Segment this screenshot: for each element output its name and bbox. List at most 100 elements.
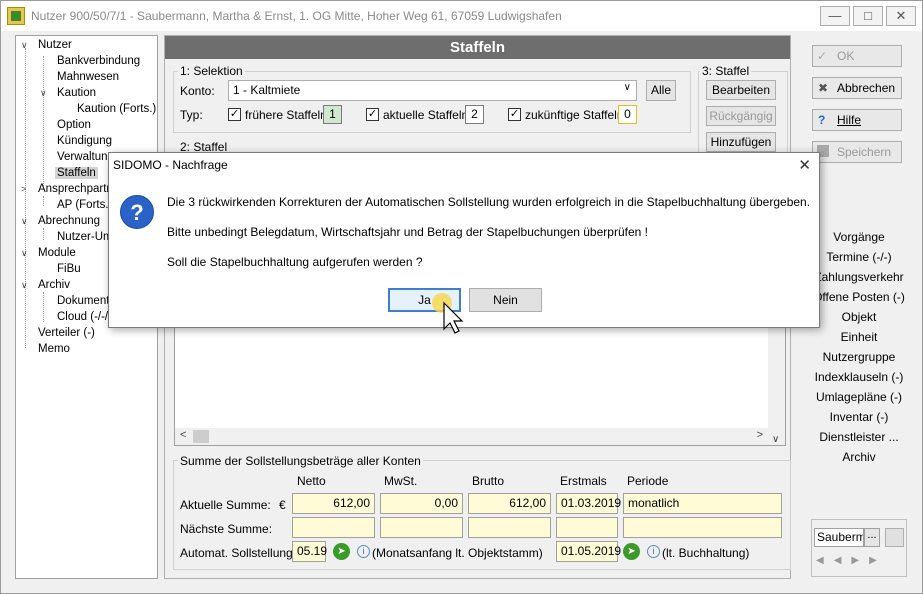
scroll-thumb[interactable] — [193, 430, 209, 443]
aktuelle-mwst: 0,00 — [380, 493, 463, 514]
tree-item-memo[interactable]: Memo — [38, 343, 70, 355]
aktuelle-count: 2 — [465, 105, 484, 124]
nav-first-icon[interactable]: ◀ — [816, 555, 834, 566]
aktuelle-periode: monatlich — [623, 493, 782, 514]
speichern-button[interactable]: Speichern — [812, 141, 902, 163]
automat-value[interactable]: 05.19 — [292, 541, 327, 562]
dialog-close-icon[interactable]: ✕ — [798, 156, 811, 174]
abbrechen-button[interactable]: ✖ Abbrechen — [812, 77, 902, 99]
tree-item-dokumente[interactable]: Dokumente — [57, 295, 116, 307]
record-nav: ◀◀▶▶ — [816, 555, 904, 572]
tree-item-staffeln[interactable]: Staffeln — [55, 167, 98, 179]
fruehere-label: frühere Staffeln: — [245, 108, 331, 122]
alle-button[interactable]: Alle — [646, 80, 676, 101]
question-icon: ? — [120, 195, 154, 229]
fruehere-checkbox[interactable]: ✓ — [228, 108, 241, 121]
tree-item-kaution-forts[interactable]: Kaution (Forts.) — [77, 103, 156, 115]
info-icon-2: i — [647, 545, 660, 558]
scroll-down-icon[interactable]: ∨ — [772, 434, 779, 445]
link-inventar[interactable]: Inventar (-) — [811, 410, 907, 424]
tree-item-archiv[interactable]: Archiv — [38, 279, 70, 291]
nav-prev-icon[interactable]: ◀ — [834, 555, 852, 566]
aktuelle-erstmals: 01.03.2019 — [556, 493, 621, 514]
aktuelle-summe-label: Aktuelle Summe: — [180, 498, 271, 512]
horizontal-scrollbar[interactable]: < > — [175, 428, 768, 445]
rueckgaengig-button[interactable]: Rückgängig — [706, 106, 776, 126]
ok-button[interactable]: ✓ OK — [812, 45, 902, 67]
link-dienstleister[interactable]: Dienstleister ... — [811, 430, 907, 444]
fruehere-count: 1 — [323, 105, 342, 124]
naechste-mwst — [380, 517, 463, 538]
search-group: Sauberm ... ◀◀▶▶ — [811, 519, 907, 577]
summary-label: Summe der Sollstellungsbeträge aller Kon… — [178, 454, 423, 468]
link-termine[interactable]: Termine (-/-) — [811, 250, 907, 264]
maximize-button[interactable]: □ — [853, 6, 883, 26]
konto-select[interactable]: 1 - Kaltmiete ∨ — [228, 80, 637, 101]
aktuelle-brutto: 612,00 — [468, 493, 551, 514]
tree-item-verteiler[interactable]: Verteiler (-) — [38, 327, 95, 339]
dialog-title: SIDOMO - Nachfrage — [113, 158, 228, 172]
tree-item-nutzer-um[interactable]: Nutzer-Um — [57, 231, 113, 243]
aktuelle-label: aktuelle Staffeln: — [383, 108, 472, 122]
tree-item-bankverbindung[interactable]: Bankverbindung — [57, 55, 140, 67]
link-einheit[interactable]: Einheit — [811, 330, 907, 344]
hilfe-button[interactable]: ? Hilfe — [812, 109, 902, 131]
typ-label: Typ: — [180, 108, 203, 122]
hilfe-label: Hilfe — [837, 113, 862, 127]
scroll-right-icon[interactable]: > — [757, 429, 763, 441]
check-icon: ✓ — [817, 49, 828, 63]
go-arrow-icon-2[interactable]: ➤ — [623, 543, 640, 560]
col-brutto: Brutto — [472, 474, 505, 488]
tree-item-verwaltung[interactable]: Verwaltung — [57, 151, 114, 163]
link-zahlungsverkehr[interactable]: Zahlungsverkehr — [811, 270, 907, 284]
tree-item-option[interactable]: Option — [57, 119, 91, 131]
automat-date[interactable]: 01.05.2019 — [556, 541, 621, 562]
automat-label: Automat. Sollstellung: — [180, 546, 297, 560]
nav-last-icon[interactable]: ▶ — [869, 555, 887, 566]
naechste-summe-label: Nächste Summe: — [180, 522, 273, 536]
konto-value: 1 - Kaltmiete — [233, 83, 301, 97]
naechste-periode — [623, 517, 782, 538]
scroll-left-icon[interactable]: < — [180, 429, 186, 441]
zukuenftige-checkbox[interactable]: ✓ — [508, 108, 521, 121]
link-objekt[interactable]: Objekt — [811, 310, 907, 324]
minimize-button[interactable]: — — [820, 6, 850, 26]
col-erstmals: Erstmals — [560, 474, 607, 488]
col-periode: Periode — [627, 474, 669, 488]
help-icon: ? — [818, 113, 826, 127]
speichern-label: Speichern — [837, 145, 892, 159]
link-offene-posten[interactable]: Offene Posten (-) — [811, 290, 907, 304]
app-icon — [7, 7, 25, 25]
tree-item-mahnwesen[interactable]: Mahnwesen — [57, 71, 119, 83]
tree-item-fibu[interactable]: FiBu — [57, 263, 81, 275]
automat-note: (Monatsanfang lt. Objektstamm) — [372, 546, 543, 560]
no-button[interactable]: Nein — [469, 288, 542, 312]
link-nutzergruppe[interactable]: Nutzergruppe — [811, 350, 907, 364]
tree-item-module[interactable]: Module — [38, 247, 76, 259]
search-input[interactable]: Sauberm — [814, 528, 864, 547]
tree-item-cloud[interactable]: Cloud (-/-/- — [57, 311, 112, 323]
go-arrow-icon[interactable]: ➤ — [333, 543, 350, 560]
nav-next-icon[interactable]: ▶ — [851, 555, 869, 566]
tree-item-nutzer[interactable]: Nutzer — [38, 39, 72, 51]
close-button[interactable]: ✕ — [886, 6, 916, 26]
tree-item-kuendigung[interactable]: Kündigung — [57, 135, 112, 147]
aktuelle-checkbox[interactable]: ✓ — [366, 108, 379, 121]
selektion-label: 1: Selektion — [178, 64, 245, 78]
link-vorgaenge[interactable]: Vorgänge — [811, 230, 907, 244]
tree-item-kaution[interactable]: Kaution — [57, 87, 96, 99]
tree-item-ap-forts[interactable]: AP (Forts.) — [57, 199, 112, 211]
dialog-line-3: Soll die Stapelbuchhaltung aufgerufen we… — [167, 255, 423, 269]
staffel-actions-label: 3: Staffel — [700, 64, 752, 78]
bearbeiten-button[interactable]: Bearbeiten — [706, 80, 776, 100]
search-more-button[interactable]: ... — [864, 528, 880, 547]
link-umlageplaene[interactable]: Umlagepläne (-) — [811, 390, 907, 404]
konto-label: Konto: — [180, 84, 215, 98]
link-archiv[interactable]: Archiv — [811, 450, 907, 464]
dialog-line-2: Bitte unbedingt Belegdatum, Wirtschaftsj… — [167, 225, 648, 239]
naechste-netto — [292, 517, 375, 538]
users-icon[interactable] — [885, 528, 904, 547]
tree-item-ansprechpartner[interactable]: Ansprechpartn — [38, 183, 113, 195]
tree-item-abrechnung[interactable]: Abrechnung — [38, 215, 100, 227]
link-indexklauseln[interactable]: Indexklauseln (-) — [811, 370, 907, 384]
